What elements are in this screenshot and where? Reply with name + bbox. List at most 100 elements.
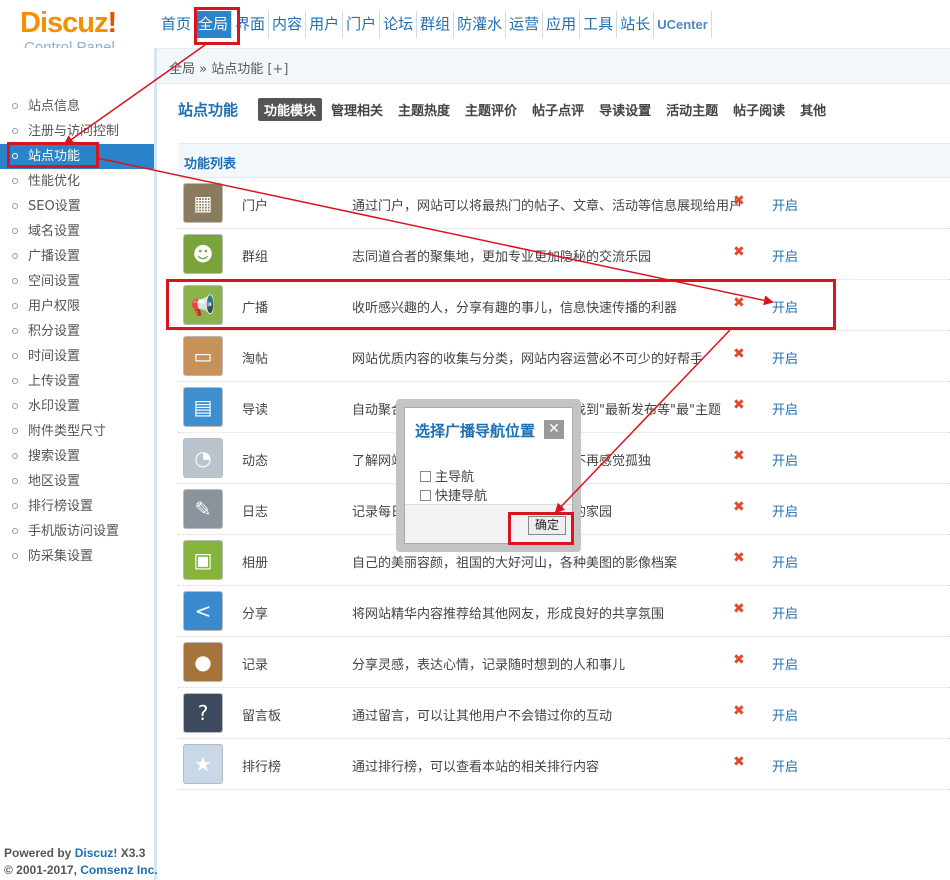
sub-tab[interactable]: 管理相关	[325, 98, 389, 121]
disabled-icon: ✖	[733, 448, 745, 464]
function-name: 动态	[242, 454, 269, 469]
bullet-icon	[12, 178, 18, 184]
enable-link[interactable]: 开启	[772, 756, 798, 775]
disabled-icon: ✖	[733, 397, 745, 413]
sub-tab[interactable]: 导读设置	[593, 98, 657, 121]
breadcrumb-bar: 全局 » 站点功能 [+]	[157, 48, 950, 84]
sidebar-item[interactable]: 空间设置	[0, 269, 154, 294]
sidebar-item[interactable]: 广播设置	[0, 244, 154, 269]
sidebar-item[interactable]: 站点信息	[0, 94, 154, 119]
sidebar-item[interactable]: 域名设置	[0, 219, 154, 244]
top-nav-item[interactable]: 应用	[543, 11, 581, 38]
sidebar-item[interactable]: SEO设置	[0, 194, 154, 219]
sidebar-item[interactable]: 防采集设置	[0, 544, 154, 569]
function-description: 自己的美丽容颜，祖国的大好河山，各种美图的影像档案	[352, 556, 678, 571]
sub-tab[interactable]: 主题评价	[459, 98, 523, 121]
list-header-label: 功能列表	[184, 157, 237, 172]
top-nav-item[interactable]: 门户	[343, 11, 381, 38]
function-row: < 分享 将网站精华内容推荐给其他网友，形成良好的共享氛围 ✖ 开启	[178, 586, 950, 637]
sidebar-item[interactable]: 上传设置	[0, 369, 154, 394]
option-quick-nav[interactable]: 快捷导航	[420, 485, 487, 504]
disabled-icon: ✖	[733, 193, 745, 209]
bullet-icon	[12, 103, 18, 109]
blog-icon: ✎	[183, 489, 223, 529]
enable-link[interactable]: 开启	[772, 246, 798, 265]
top-nav-item[interactable]: 群组	[417, 11, 455, 38]
function-name: 记录	[242, 658, 269, 673]
sidebar-item[interactable]: 性能优化	[0, 169, 154, 194]
bullet-icon	[12, 278, 18, 284]
admin-page: Discuz! Control Panel 首页全局界面内容用户门户论坛群组防灌…	[0, 0, 950, 880]
top-nav-item[interactable]: 用户	[306, 11, 344, 38]
disabled-icon: ✖	[733, 754, 745, 770]
function-row: ★ 排行榜 通过排行榜，可以查看本站的相关排行内容 ✖ 开启	[178, 739, 950, 790]
sidebar-item-label: 空间设置	[28, 274, 81, 289]
sidebar-item-label: 手机版访问设置	[28, 524, 120, 539]
discuz-link[interactable]: Discuz!	[75, 846, 118, 860]
add-shortcut-link[interactable]: [+]	[267, 62, 288, 77]
function-name: 导读	[242, 403, 269, 418]
annotation-box-global-tab	[194, 7, 240, 45]
top-nav-item[interactable]: 站长	[617, 11, 655, 38]
sub-tab[interactable]: 帖子点评	[526, 98, 590, 121]
sub-tab[interactable]: 功能模块	[258, 98, 323, 121]
sidebar-item[interactable]: 排行榜设置	[0, 494, 154, 519]
top-nav-item[interactable]: UCenter	[654, 11, 712, 38]
ranklist-icon: ★	[183, 744, 223, 784]
guide-icon: ▤	[183, 387, 223, 427]
function-row: ? 留言板 通过留言，可以让其他用户不会错过你的互动 ✖ 开启	[178, 688, 950, 739]
enable-link[interactable]: 开启	[772, 654, 798, 673]
sidebar-item[interactable]: 搜索设置	[0, 444, 154, 469]
top-nav-item[interactable]: 首页	[158, 11, 196, 38]
enable-link[interactable]: 开启	[772, 603, 798, 622]
dialog-title: 选择广播导航位置	[415, 422, 536, 440]
sidebar-item-label: 排行榜设置	[28, 499, 94, 514]
option-main-nav[interactable]: 主导航	[420, 466, 474, 485]
breadcrumb-path: 全局 » 站点功能	[169, 62, 264, 77]
doing-icon: ●	[183, 642, 223, 682]
sidebar-item[interactable]: 手机版访问设置	[0, 519, 154, 544]
sub-tab[interactable]: 主题热度	[392, 98, 456, 121]
collection-icon: ▭	[183, 336, 223, 376]
sidebar-item[interactable]: 水印设置	[0, 394, 154, 419]
top-nav-item[interactable]: 防灌水	[454, 11, 507, 38]
top-nav-item[interactable]: 内容	[269, 11, 307, 38]
function-description: 分享灵感，表达心情，记录随时想到的人和事儿	[352, 658, 626, 673]
top-nav-item[interactable]: 论坛	[380, 11, 418, 38]
function-description: 志同道合者的聚集地，更加专业更加隐秘的交流乐园	[352, 250, 652, 265]
enable-link[interactable]: 开启	[772, 195, 798, 214]
enable-link[interactable]: 开启	[772, 501, 798, 520]
close-icon[interactable]: ✕	[544, 420, 564, 439]
comsenz-link[interactable]: Comsenz Inc.	[80, 863, 157, 877]
top-nav-item[interactable]: 运营	[506, 11, 544, 38]
sub-tab[interactable]: 活动主题	[660, 98, 724, 121]
sidebar-item-label: 广播设置	[28, 249, 81, 264]
function-description: 将网站精华内容推荐给其他网友，形成良好的共享氛围	[352, 607, 665, 622]
enable-link[interactable]: 开启	[772, 552, 798, 571]
quick-nav-checkbox[interactable]	[420, 490, 431, 501]
bullet-icon	[12, 128, 18, 134]
album-icon: ▣	[183, 540, 223, 580]
main-nav-checkbox[interactable]	[420, 471, 431, 482]
function-description: 通过留言，可以让其他用户不会错过你的互动	[352, 709, 613, 724]
sub-tab[interactable]: 其他	[794, 98, 832, 121]
enable-link[interactable]: 开启	[772, 705, 798, 724]
sidebar-item-label: 站点信息	[28, 99, 81, 114]
sidebar-item[interactable]: 地区设置	[0, 469, 154, 494]
disabled-icon: ✖	[733, 550, 745, 566]
sub-tab[interactable]: 帖子阅读	[727, 98, 791, 121]
sidebar: 站点信息 注册与访问控制 站点功能 性能优化 SEO设置 域名设置 广播设置 空间设置 用户权限…	[0, 48, 157, 880]
enable-link[interactable]: 开启	[772, 399, 798, 418]
sidebar-item[interactable]: 注册与访问控制	[0, 119, 154, 144]
top-nav-item[interactable]: 工具	[580, 11, 618, 38]
share-icon: <	[183, 591, 223, 631]
sidebar-item[interactable]: 附件类型尺寸	[0, 419, 154, 444]
function-row: ▭ 淘帖 网站优质内容的收集与分类，网站内容运营必不可少的好帮手 ✖ 开启	[178, 331, 950, 382]
enable-link[interactable]: 开启	[772, 450, 798, 469]
sidebar-item[interactable]: 用户权限	[0, 294, 154, 319]
header: Discuz! Control Panel 首页全局界面内容用户门户论坛群组防灌…	[0, 0, 950, 56]
sidebar-item[interactable]: 积分设置	[0, 319, 154, 344]
enable-link[interactable]: 开启	[772, 348, 798, 367]
bullet-icon	[12, 378, 18, 384]
sidebar-item[interactable]: 时间设置	[0, 344, 154, 369]
